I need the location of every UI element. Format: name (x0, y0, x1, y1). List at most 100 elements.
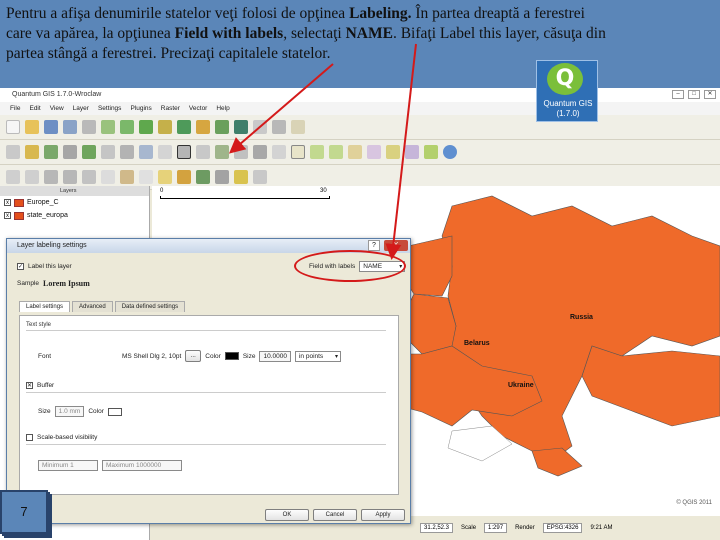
attribute-table-icon[interactable] (139, 145, 153, 159)
add-vector-icon[interactable] (101, 120, 115, 134)
star-icon[interactable] (25, 145, 39, 159)
select-icon[interactable] (291, 120, 305, 134)
label-this-layer-row[interactable]: ✓ Label this layer (17, 263, 72, 270)
capture-polygon-icon[interactable] (82, 170, 96, 184)
paste-icon[interactable] (158, 170, 172, 184)
grass-icon[interactable] (82, 145, 96, 159)
plugin-icon[interactable] (44, 145, 58, 159)
edit-icon[interactable] (6, 145, 20, 159)
layer-visibility-checkbox[interactable]: x (4, 212, 11, 219)
zoom-out-icon[interactable] (329, 145, 343, 159)
split-icon[interactable] (101, 145, 115, 159)
zoom-next-icon[interactable] (424, 145, 438, 159)
labeling-icon[interactable] (177, 145, 191, 159)
menu-raster[interactable]: Raster (161, 102, 180, 115)
caucasus-shape[interactable] (531, 447, 583, 477)
label-this-layer-checkbox[interactable]: ✓ (17, 263, 24, 270)
layer-row[interactable]: x state_europa (0, 209, 149, 222)
buffer-size-label: Size (38, 408, 51, 415)
menu-layer[interactable]: Layer (73, 102, 89, 115)
measure-icon[interactable] (234, 145, 248, 159)
add-wfs-icon[interactable] (196, 120, 210, 134)
tip-icon[interactable] (177, 170, 191, 184)
capture-line-icon[interactable] (63, 170, 77, 184)
buffer-size-input[interactable]: 1.0 mm (54, 406, 85, 417)
buffer-color-swatch[interactable] (107, 407, 122, 416)
delete-feature-icon[interactable] (101, 170, 115, 184)
menu-view[interactable]: View (50, 102, 64, 115)
tab-label-settings[interactable]: Label settings (19, 301, 71, 312)
tab-data-defined[interactable]: Data defined settings (114, 301, 186, 312)
help-button[interactable]: ? (368, 240, 380, 251)
zoom-layer-icon[interactable] (386, 145, 400, 159)
digitize-icon[interactable] (253, 120, 267, 134)
open-project-icon[interactable] (25, 120, 39, 134)
save-project-icon[interactable] (44, 120, 58, 134)
max-scale-input[interactable]: Maximum 1000000 (102, 460, 182, 471)
menu-plugins[interactable]: Plugins (130, 102, 151, 115)
min-scale-input[interactable]: Minimum 1 (38, 460, 98, 471)
new-layer-icon[interactable] (215, 120, 229, 134)
add-postgis-icon[interactable] (139, 120, 153, 134)
scale-input[interactable]: 1:297 (484, 523, 508, 533)
menu-file[interactable]: File (10, 102, 20, 115)
cancel-button[interactable]: Cancel (313, 509, 357, 521)
bookmark-icon[interactable] (215, 170, 229, 184)
zoom-last-icon[interactable] (405, 145, 419, 159)
move-feature-icon[interactable] (272, 145, 286, 159)
zoom-in-icon[interactable] (310, 145, 324, 159)
zoom-full-icon[interactable] (348, 145, 362, 159)
zoom-selection-icon[interactable] (367, 145, 381, 159)
menu-settings[interactable]: Settings (98, 102, 122, 115)
belarus-shape[interactable] (403, 293, 457, 355)
qgis-desktop-icon[interactable]: Q Quantum GIS (1.7.0) (536, 60, 598, 122)
crs-status[interactable]: EPSG:4326 (542, 523, 583, 533)
buffer-checkbox[interactable]: ✕ (26, 382, 33, 389)
capture-point-icon[interactable] (44, 170, 58, 184)
size-input[interactable]: 10.0000 (259, 350, 291, 362)
tab-advanced[interactable]: Advanced (72, 301, 113, 312)
redo-icon[interactable] (25, 170, 39, 184)
save-as-icon[interactable] (63, 120, 77, 134)
scale-visibility-row[interactable]: Scale-based visibility (26, 434, 97, 441)
layer-visibility-checkbox[interactable]: x (4, 199, 11, 206)
text-color-swatch[interactable] (224, 352, 239, 360)
render-checkbox-label[interactable]: Render (515, 525, 535, 531)
new-project-icon[interactable] (6, 120, 20, 134)
print-composer-icon[interactable] (82, 120, 96, 134)
add-spatialite-icon[interactable] (158, 120, 172, 134)
apply-button[interactable]: Apply (361, 509, 405, 521)
size-unit-select[interactable]: in points (294, 350, 341, 362)
pan-map-icon[interactable] (291, 145, 305, 159)
remove-layer-icon[interactable] (234, 120, 248, 134)
add-wms-icon[interactable] (177, 120, 191, 134)
label-tool-icon[interactable] (158, 145, 172, 159)
close-window-button[interactable]: ✕ (704, 90, 716, 99)
pan-icon[interactable] (272, 120, 286, 134)
merge-icon[interactable] (120, 145, 134, 159)
cut-icon[interactable] (120, 170, 134, 184)
text-annotation-icon[interactable] (253, 170, 267, 184)
ok-button[interactable]: OK (265, 509, 309, 521)
identify-icon[interactable] (253, 145, 267, 159)
layer-row[interactable]: x Europe_C (0, 196, 149, 209)
copy-icon[interactable] (139, 170, 153, 184)
diagram-icon[interactable] (215, 145, 229, 159)
buffer-row[interactable]: ✕ Buffer (26, 382, 54, 389)
map-tips-icon[interactable] (196, 170, 210, 184)
maximize-button[interactable]: □ (688, 90, 700, 99)
scale-visibility-checkbox[interactable] (26, 434, 33, 441)
rotate-label-icon[interactable] (196, 145, 210, 159)
menu-vector[interactable]: Vector (189, 102, 207, 115)
menu-edit[interactable]: Edit (29, 102, 40, 115)
node-tool-icon[interactable] (63, 145, 77, 159)
dialog-close-button[interactable]: X (384, 240, 408, 251)
refresh-icon[interactable] (443, 145, 457, 159)
annotation-icon[interactable] (234, 170, 248, 184)
minimize-button[interactable]: – (672, 90, 684, 99)
kazakhstan-shape[interactable] (581, 345, 720, 427)
undo-icon[interactable] (6, 170, 20, 184)
add-raster-icon[interactable] (120, 120, 134, 134)
font-picker-button[interactable]: ... (185, 350, 202, 362)
menu-help[interactable]: Help (216, 102, 229, 115)
